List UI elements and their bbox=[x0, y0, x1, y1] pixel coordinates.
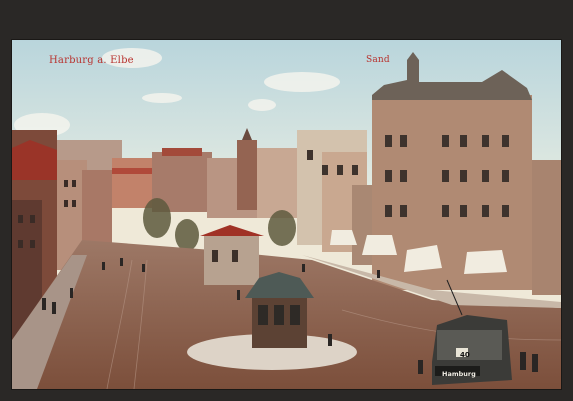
kiosk bbox=[245, 272, 314, 348]
postcard-title: Harburg a. Elbe bbox=[49, 55, 134, 66]
postcard: Harburg a. Elbe Sand 40 Hamburg bbox=[12, 40, 561, 389]
street-scene-photo bbox=[12, 40, 561, 389]
place-caption: Sand bbox=[366, 55, 390, 65]
central-pavilion bbox=[200, 225, 264, 285]
tram-route-number: 40 bbox=[460, 351, 470, 359]
tram-destination-sign: Hamburg bbox=[442, 370, 476, 378]
